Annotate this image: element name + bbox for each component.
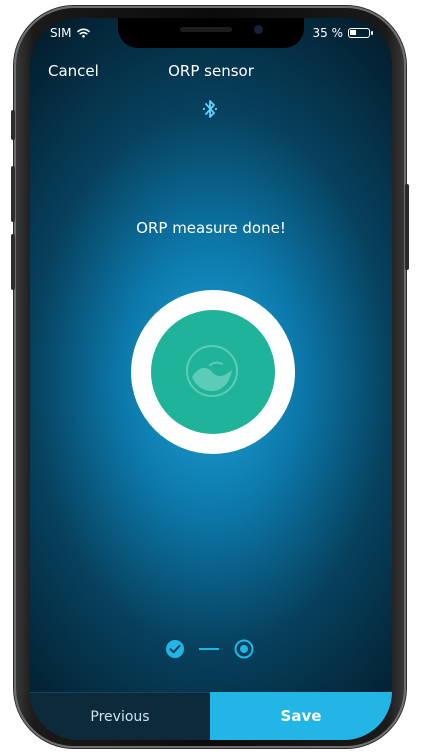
- save-button[interactable]: Save: [210, 692, 392, 740]
- earpiece-speaker: [180, 27, 232, 32]
- page-title: ORP sensor: [168, 62, 254, 80]
- battery-percentage: 35 %: [312, 26, 344, 40]
- status-bar-right: 35 %: [312, 26, 373, 40]
- status-bar-left: SIM: [50, 26, 90, 40]
- volume-up-button: [11, 166, 15, 222]
- radio-selected-icon: [234, 639, 254, 659]
- previous-button[interactable]: Previous: [30, 692, 210, 740]
- front-camera: [254, 25, 263, 34]
- app-screen: SIM 35 % Cancel ORP sensor ORP measure d…: [30, 18, 392, 740]
- notch: [118, 18, 304, 48]
- wifi-icon: [76, 28, 90, 38]
- mute-switch: [11, 110, 15, 140]
- volume-down-button: [11, 234, 15, 290]
- check-circle-icon: [166, 640, 184, 658]
- battery-icon: [348, 28, 373, 38]
- carrier-label: SIM: [50, 26, 72, 40]
- status-message: ORP measure done!: [136, 219, 286, 237]
- bottom-action-bar: Previous Save: [30, 692, 392, 740]
- battery-level-fill: [350, 30, 356, 35]
- water-wave-icon: [186, 345, 238, 397]
- step-indicator: [166, 639, 254, 659]
- power-button: [405, 184, 409, 270]
- bluetooth-icon: [202, 100, 218, 118]
